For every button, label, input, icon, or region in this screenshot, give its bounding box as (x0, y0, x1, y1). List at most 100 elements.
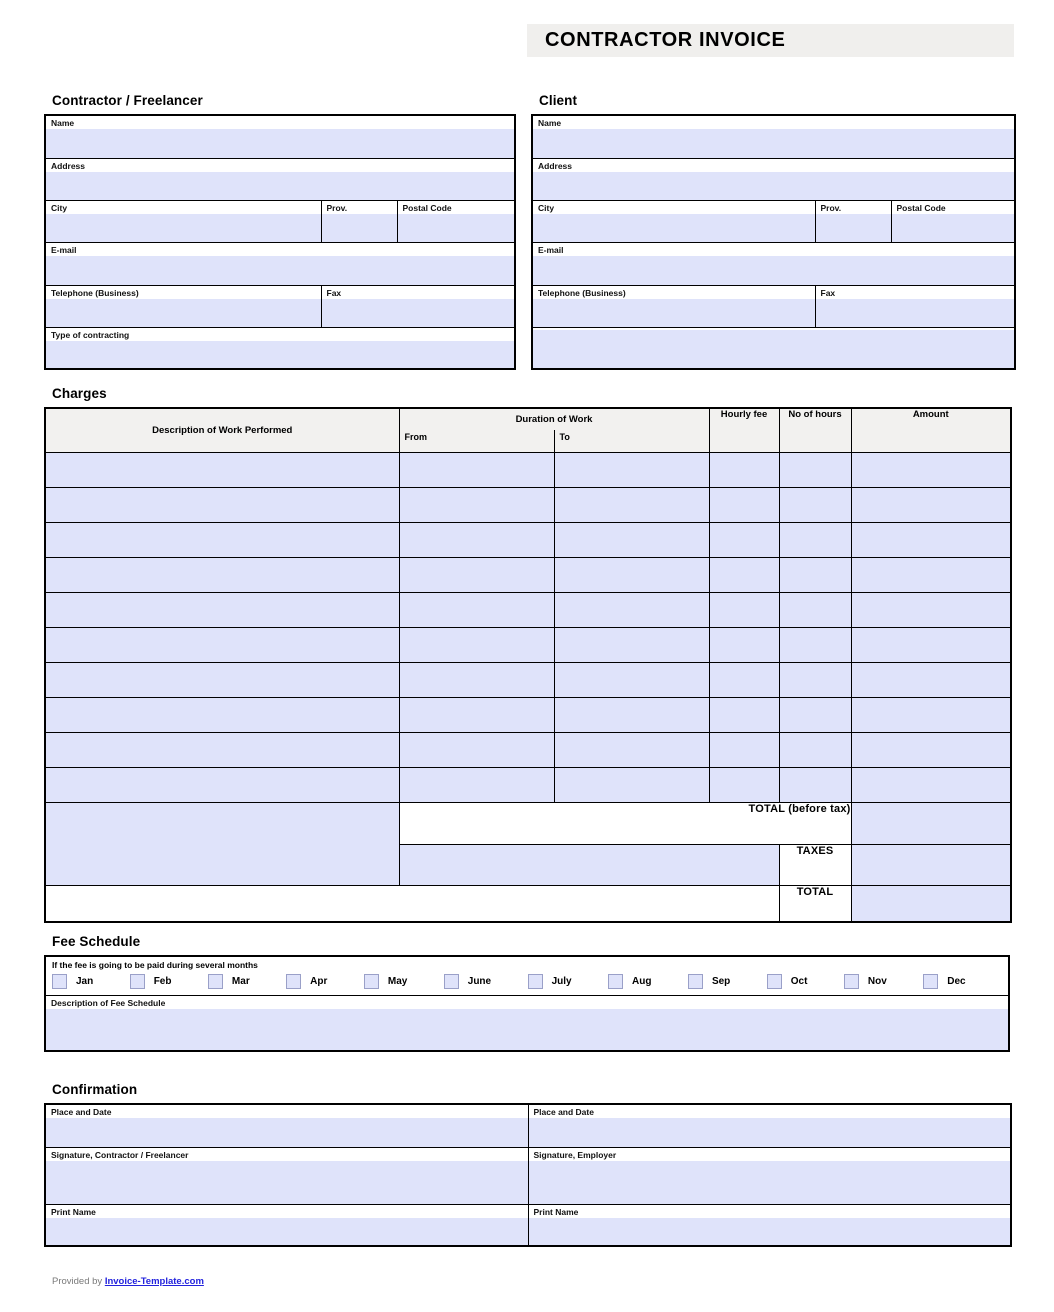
confirmation-left-place-date-cell[interactable]: Place and Date (44, 1103, 529, 1148)
fee-schedule-description-cell[interactable]: Description of Fee Schedule (44, 995, 1010, 1051)
checkbox-icon[interactable] (923, 974, 939, 989)
charges-cell-description[interactable] (44, 696, 400, 733)
charges-cell-amount[interactable] (850, 661, 1012, 698)
charges-totals-spacer-cell[interactable] (44, 801, 400, 886)
charges-cell-no-of-hours[interactable] (778, 626, 852, 663)
checkbox-icon[interactable] (207, 974, 223, 989)
charges-cell-no-of-hours[interactable] (778, 521, 852, 558)
fee-month-feb[interactable]: Feb (129, 974, 208, 989)
client-address-cell[interactable]: Address (531, 157, 1016, 201)
client-postal-code-cell[interactable]: Postal Code (890, 199, 1016, 243)
charges-cell-amount[interactable] (850, 591, 1012, 628)
charges-cell-description[interactable] (44, 591, 400, 628)
checkbox-icon[interactable] (443, 974, 459, 989)
charges-taxes-value-cell[interactable] (850, 843, 1012, 886)
charges-cell-description[interactable] (44, 766, 400, 803)
charges-cell-no-of-hours[interactable] (778, 556, 852, 593)
charges-cell-amount[interactable] (850, 731, 1012, 768)
charges-cell-from[interactable] (398, 731, 555, 768)
fee-month-nov[interactable]: Nov (843, 974, 923, 989)
charges-cell-to[interactable] (553, 591, 710, 628)
checkbox-icon[interactable] (608, 974, 624, 989)
charges-cell-hourly-fee[interactable] (708, 521, 780, 558)
charges-cell-no-of-hours[interactable] (778, 591, 852, 628)
charges-cell-hourly-fee[interactable] (708, 486, 780, 523)
checkbox-icon[interactable] (129, 974, 145, 989)
charges-cell-to[interactable] (553, 486, 710, 523)
checkbox-icon[interactable] (52, 974, 67, 989)
fee-month-apr[interactable]: Apr (286, 974, 364, 989)
charges-cell-from[interactable] (398, 626, 555, 663)
client-city-cell[interactable]: City (531, 199, 816, 243)
charges-cell-no-of-hours[interactable] (778, 696, 852, 733)
contractor-address-cell[interactable]: Address (44, 157, 516, 201)
checkbox-icon[interactable] (527, 974, 543, 989)
charges-cell-from[interactable] (398, 591, 555, 628)
charges-cell-hourly-fee[interactable] (708, 731, 780, 768)
charges-total-before-tax-value-cell[interactable] (850, 801, 1012, 845)
contractor-province-cell[interactable]: Prov. (320, 199, 398, 243)
client-telephone-cell[interactable]: Telephone (Business) (531, 284, 816, 328)
fee-month-may[interactable]: May (363, 974, 444, 989)
charges-cell-description[interactable] (44, 486, 400, 523)
charges-cell-from[interactable] (398, 486, 555, 523)
confirmation-right-signature-cell[interactable]: Signature, Employer (527, 1146, 1012, 1205)
fee-month-july[interactable]: July (527, 974, 608, 989)
charges-cell-to[interactable] (553, 731, 710, 768)
client-email-cell[interactable]: E-mail (531, 241, 1016, 286)
charges-cell-description[interactable] (44, 661, 400, 698)
charges-cell-hourly-fee[interactable] (708, 766, 780, 803)
confirmation-left-print-name-cell[interactable]: Print Name (44, 1203, 529, 1247)
charges-cell-no-of-hours[interactable] (778, 766, 852, 803)
charges-cell-description[interactable] (44, 626, 400, 663)
charges-cell-description[interactable] (44, 556, 400, 593)
fee-month-aug[interactable]: Aug (608, 974, 688, 989)
charges-cell-from[interactable] (398, 451, 555, 488)
client-fax-cell[interactable]: Fax (814, 284, 1016, 328)
charges-cell-hourly-fee[interactable] (708, 591, 780, 628)
charges-cell-to[interactable] (553, 521, 710, 558)
fee-month-sep[interactable]: Sep (687, 974, 767, 989)
client-extra-cell[interactable] (531, 326, 1016, 370)
charges-cell-no-of-hours[interactable] (778, 486, 852, 523)
charges-cell-amount[interactable] (850, 521, 1012, 558)
fee-month-mar[interactable]: Mar (207, 974, 286, 989)
confirmation-right-place-date-cell[interactable]: Place and Date (527, 1103, 1012, 1148)
charges-cell-hourly-fee[interactable] (708, 696, 780, 733)
charges-cell-from[interactable] (398, 556, 555, 593)
charges-cell-to[interactable] (553, 451, 710, 488)
charges-cell-description[interactable] (44, 451, 400, 488)
charges-cell-description[interactable] (44, 521, 400, 558)
confirmation-right-print-name-cell[interactable]: Print Name (527, 1203, 1012, 1247)
checkbox-icon[interactable] (843, 974, 859, 989)
checkbox-icon[interactable] (766, 974, 782, 989)
charges-cell-amount[interactable] (850, 696, 1012, 733)
contractor-type-of-contracting-cell[interactable]: Type of contracting (44, 326, 516, 370)
contractor-name-cell[interactable]: Name (44, 114, 516, 159)
fee-month-jan[interactable]: Jan (52, 974, 130, 989)
charges-cell-no-of-hours[interactable] (778, 731, 852, 768)
charges-cell-amount[interactable] (850, 556, 1012, 593)
charges-cell-amount[interactable] (850, 626, 1012, 663)
contractor-email-cell[interactable]: E-mail (44, 241, 516, 286)
checkbox-icon[interactable] (363, 974, 379, 989)
charges-cell-hourly-fee[interactable] (708, 626, 780, 663)
charges-cell-amount[interactable] (850, 451, 1012, 488)
client-province-cell[interactable]: Prov. (814, 199, 892, 243)
client-name-cell[interactable]: Name (531, 114, 1016, 159)
charges-cell-amount[interactable] (850, 486, 1012, 523)
charges-total-value-cell[interactable] (850, 884, 1012, 923)
charges-cell-from[interactable] (398, 521, 555, 558)
footer-template-link[interactable]: Invoice-Template.com (105, 1276, 204, 1287)
checkbox-icon[interactable] (286, 974, 302, 989)
charges-cell-to[interactable] (553, 696, 710, 733)
charges-taxes-spacer-cell[interactable] (398, 843, 780, 886)
charges-cell-to[interactable] (553, 766, 710, 803)
fee-month-oct[interactable]: Oct (766, 974, 844, 989)
contractor-city-cell[interactable]: City (44, 199, 322, 243)
fee-month-dec[interactable]: Dec (923, 974, 1002, 989)
confirmation-left-signature-cell[interactable]: Signature, Contractor / Freelancer (44, 1146, 529, 1205)
charges-cell-hourly-fee[interactable] (708, 661, 780, 698)
charges-cell-amount[interactable] (850, 766, 1012, 803)
charges-cell-to[interactable] (553, 556, 710, 593)
